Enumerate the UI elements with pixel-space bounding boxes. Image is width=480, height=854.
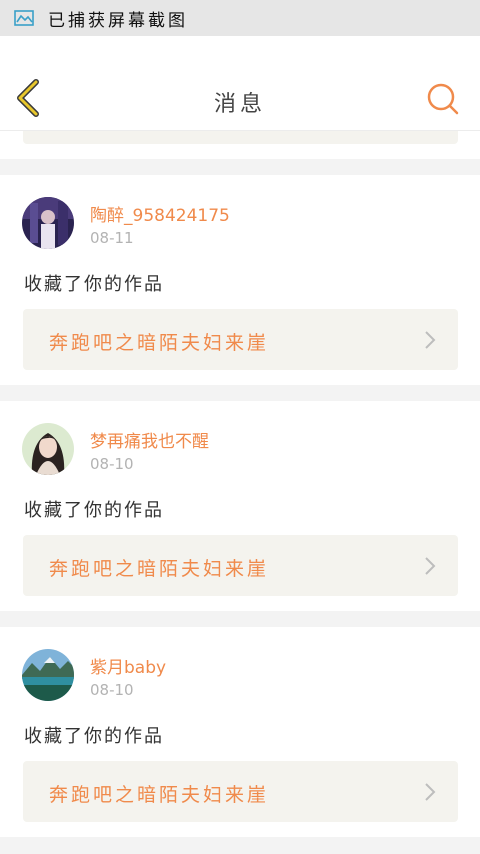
username[interactable]: 陶醉_958424175 xyxy=(90,201,230,226)
previous-work-link[interactable] xyxy=(23,131,458,144)
avatar[interactable] xyxy=(22,197,74,249)
chevron-right-icon xyxy=(425,783,436,801)
work-link[interactable]: 奔跑吧之暗陌夫妇来崖 xyxy=(23,309,458,370)
avatar[interactable] xyxy=(22,423,74,475)
message-date: 08-11 xyxy=(90,229,134,247)
message-card[interactable]: 紫月baby 08-10 收藏了你的作品 奔跑吧之暗陌夫妇来崖 xyxy=(0,627,480,837)
previous-message-card xyxy=(0,131,480,159)
search-icon[interactable] xyxy=(426,82,460,116)
username[interactable]: 紫月baby xyxy=(90,653,166,678)
work-title: 奔跑吧之暗陌夫妇来崖 xyxy=(49,332,270,354)
status-bar: 已捕获屏幕截图 xyxy=(0,0,480,36)
message-date: 08-10 xyxy=(90,681,134,699)
chevron-right-icon xyxy=(425,331,436,349)
work-title: 奔跑吧之暗陌夫妇来崖 xyxy=(49,558,270,580)
work-title: 奔跑吧之暗陌夫妇来崖 xyxy=(49,784,270,806)
chevron-right-icon xyxy=(425,557,436,575)
message-date: 08-10 xyxy=(90,455,134,473)
message-action: 收藏了你的作品 xyxy=(24,726,164,747)
username[interactable]: 梦再痛我也不醒 xyxy=(90,427,209,452)
message-action: 收藏了你的作品 xyxy=(24,500,164,521)
app-header: 消息 xyxy=(0,36,480,131)
message-action: 收藏了你的作品 xyxy=(24,274,164,295)
page-title: 消息 xyxy=(213,92,266,117)
screenshot-icon xyxy=(14,10,34,26)
message-card[interactable]: 梦再痛我也不醒 08-10 收藏了你的作品 奔跑吧之暗陌夫妇来崖 xyxy=(0,401,480,611)
avatar[interactable] xyxy=(22,649,74,701)
message-card[interactable]: 陶醉_958424175 08-11 收藏了你的作品 奔跑吧之暗陌夫妇来崖 xyxy=(0,175,480,385)
work-link[interactable]: 奔跑吧之暗陌夫妇来崖 xyxy=(23,535,458,596)
status-text: 已捕获屏幕截图 xyxy=(48,10,188,31)
work-link[interactable]: 奔跑吧之暗陌夫妇来崖 xyxy=(23,761,458,822)
